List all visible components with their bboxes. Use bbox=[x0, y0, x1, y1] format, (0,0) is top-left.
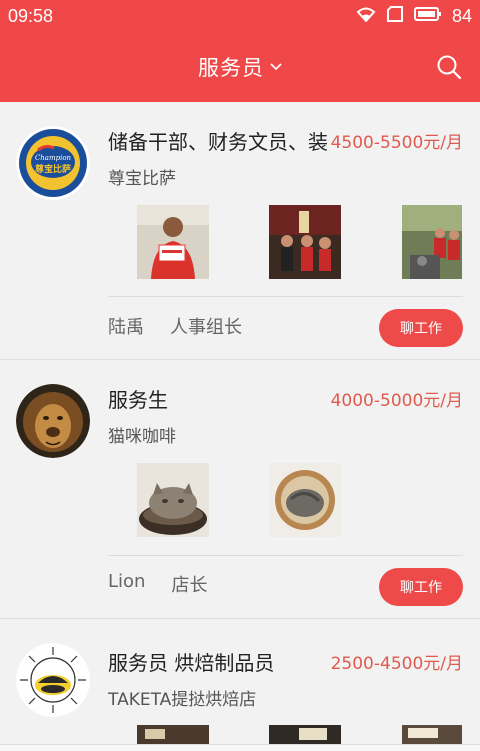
status-icons: 84 bbox=[356, 5, 472, 27]
status-bar: 09:58 84 bbox=[0, 0, 480, 32]
contact-info: 陆禹 人事组长 bbox=[108, 313, 242, 339]
divider bbox=[108, 555, 463, 556]
salary: 4500-5500元/月 bbox=[330, 133, 463, 153]
battery-level: 84 bbox=[451, 5, 472, 26]
battery-icon bbox=[413, 6, 442, 27]
chevron-down-icon bbox=[270, 63, 282, 71]
job-photo[interactable] bbox=[137, 725, 209, 744]
company-name: 尊宝比萨 bbox=[108, 169, 176, 189]
job-card[interactable]: Champion 尊宝比萨 储备干部、财务文员、装.. 4500-5500元/月… bbox=[0, 102, 480, 360]
company-logo: Champion 尊宝比萨 bbox=[16, 126, 90, 200]
category-selector[interactable]: 服务员 bbox=[0, 32, 480, 102]
chat-button[interactable]: 聊工作 bbox=[379, 568, 463, 606]
job-title: 储备干部、财务文员、装.. bbox=[108, 130, 330, 154]
contact-name: Lion bbox=[108, 571, 146, 592]
status-time: 09:58 bbox=[8, 5, 54, 26]
app-header: 服务员 bbox=[0, 32, 480, 102]
salary: 4000-5000元/月 bbox=[330, 391, 463, 411]
divider bbox=[108, 296, 463, 297]
company-logo bbox=[16, 384, 90, 458]
svg-text:Champion: Champion bbox=[35, 154, 72, 162]
job-photo[interactable] bbox=[402, 725, 462, 744]
job-card[interactable]: 服务生 4000-5000元/月 猫咪咖啡 Lion 店长 聊工作 bbox=[0, 360, 480, 619]
contact-info: Lion 店长 bbox=[108, 571, 207, 597]
salary: 2500-4500元/月 bbox=[330, 654, 463, 674]
job-photo[interactable] bbox=[402, 205, 462, 279]
wifi-icon bbox=[356, 6, 376, 27]
svg-text:尊宝比萨: 尊宝比萨 bbox=[35, 163, 71, 175]
job-photo[interactable] bbox=[137, 205, 209, 279]
job-photo[interactable] bbox=[269, 205, 341, 279]
search-button[interactable] bbox=[432, 50, 466, 84]
job-title: 服务员 烘焙制品员 bbox=[108, 651, 275, 675]
chat-button[interactable]: 聊工作 bbox=[379, 309, 463, 347]
job-title: 服务生 bbox=[108, 388, 168, 412]
company-logo bbox=[16, 643, 90, 717]
company-name: 猫咪咖啡 bbox=[108, 427, 176, 447]
page-title: 服务员 bbox=[198, 56, 264, 80]
contact-name: 陆禹 bbox=[108, 317, 144, 338]
job-card[interactable]: 服务员 烘焙制品员 2500-4500元/月 TAKETA提挞烘焙店 bbox=[0, 619, 480, 744]
contact-role: 人事组长 bbox=[170, 317, 242, 338]
company-name: TAKETA提挞烘焙店 bbox=[108, 690, 257, 710]
job-photo[interactable] bbox=[269, 463, 341, 537]
search-icon bbox=[437, 55, 462, 80]
contact-role: 店长 bbox=[171, 575, 208, 596]
job-photo[interactable] bbox=[137, 463, 209, 537]
job-photo[interactable] bbox=[269, 725, 341, 744]
sim-icon bbox=[386, 5, 404, 27]
